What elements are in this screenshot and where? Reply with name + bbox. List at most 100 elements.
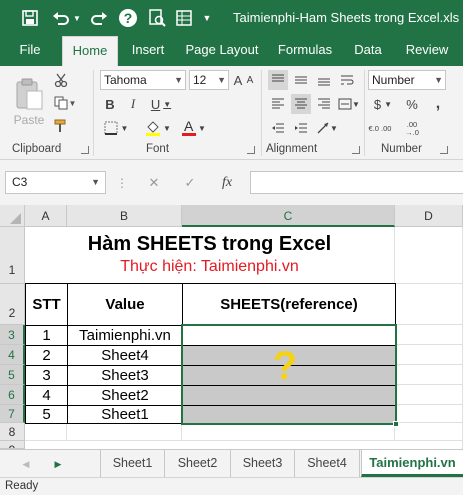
cell-value-3[interactable]: Sheet3: [67, 365, 183, 386]
alignment-launcher-icon[interactable]: [352, 146, 360, 154]
decrease-indent-icon[interactable]: [268, 118, 288, 138]
save-icon[interactable]: [20, 7, 40, 29]
number-format-select[interactable]: Number ▼: [368, 70, 446, 90]
column-header-a[interactable]: A: [25, 205, 67, 227]
formula-input[interactable]: [250, 171, 463, 194]
cell-value-4[interactable]: Sheet2: [67, 385, 183, 406]
cell-d4[interactable]: [395, 345, 463, 365]
row-header-5[interactable]: 5: [0, 365, 25, 385]
sheet-tab-sheet1[interactable]: Sheet1: [100, 450, 164, 477]
insert-function-icon[interactable]: fx: [216, 173, 238, 193]
row-header-6[interactable]: 6: [0, 385, 25, 405]
help-icon[interactable]: ?: [117, 7, 139, 29]
cell-value-1[interactable]: Taimienphi.vn: [67, 325, 183, 346]
cell-stt-1[interactable]: 1: [25, 325, 68, 346]
column-header-d[interactable]: D: [395, 205, 463, 227]
tab-formulas[interactable]: Formulas: [275, 36, 335, 66]
font-launcher-icon[interactable]: [247, 146, 255, 154]
grow-font-button[interactable]: A: [232, 70, 244, 90]
tab-file[interactable]: File: [10, 36, 50, 66]
undo-dropdown-icon[interactable]: ▼: [72, 7, 82, 29]
tab-review[interactable]: Review: [402, 36, 452, 66]
sheet-tab-sheet3[interactable]: Sheet3: [230, 450, 294, 477]
cell-value-5[interactable]: Sheet1: [67, 405, 183, 424]
header-value[interactable]: Value: [67, 283, 183, 326]
align-top-icon[interactable]: [268, 70, 288, 90]
format-painter-icon[interactable]: [52, 116, 70, 136]
cell-b8[interactable]: [67, 423, 182, 441]
align-middle-icon[interactable]: [291, 70, 311, 90]
wrap-text-icon[interactable]: [337, 70, 357, 90]
row-header-2[interactable]: 2: [0, 284, 25, 325]
quick-access-more-icon[interactable]: ▼: [200, 7, 214, 29]
row-header-4[interactable]: 4: [0, 345, 25, 365]
cell-d2[interactable]: [395, 284, 463, 325]
font-size-select[interactable]: 12 ▼: [189, 70, 229, 90]
cell-d5[interactable]: [395, 365, 463, 385]
increase-decimal-button[interactable]: €.0 .00: [366, 118, 394, 140]
enter-icon[interactable]: ✓: [180, 173, 200, 193]
sheet-nav-next-icon[interactable]: ▶: [48, 454, 68, 474]
font-color-icon[interactable]: A ▼: [178, 118, 210, 138]
font-name-select[interactable]: Tahoma ▼: [100, 70, 186, 90]
customize-icon[interactable]: [174, 7, 194, 29]
sheet-tab-sheet2[interactable]: Sheet2: [164, 450, 230, 477]
sheet-tab-taimienphi[interactable]: Taimienphi.vn: [361, 450, 463, 477]
header-sheets-reference[interactable]: SHEETS(reference): [182, 283, 396, 326]
sheet-nav-prev-icon[interactable]: ◀: [16, 454, 36, 474]
select-all-corner[interactable]: [0, 205, 25, 227]
shrink-font-button[interactable]: A: [244, 70, 256, 90]
borders-icon[interactable]: ▼: [100, 118, 132, 138]
row-header-3[interactable]: 3: [0, 325, 25, 345]
sheet-tab-sheet4[interactable]: Sheet4: [294, 450, 360, 477]
row-header-8[interactable]: 8: [0, 423, 25, 441]
name-box[interactable]: C3 ▼: [5, 171, 106, 194]
undo-icon[interactable]: [50, 7, 72, 29]
comma-button[interactable]: ,: [428, 94, 448, 114]
column-header-b[interactable]: B: [67, 205, 182, 227]
header-stt[interactable]: STT: [25, 283, 68, 326]
number-launcher-icon[interactable]: [440, 146, 448, 154]
row-header-1[interactable]: 1: [0, 227, 25, 284]
merge-center-icon[interactable]: ▼: [337, 94, 361, 114]
cancel-icon[interactable]: ✕: [144, 173, 164, 193]
align-left-icon[interactable]: [268, 94, 288, 114]
copy-icon[interactable]: ▼: [52, 93, 78, 113]
cell-row9[interactable]: [25, 441, 463, 449]
tab-page-layout[interactable]: Page Layout: [184, 36, 260, 66]
cell-d1[interactable]: [395, 227, 463, 284]
align-bottom-icon[interactable]: [314, 70, 334, 90]
cell-d7[interactable]: [395, 405, 463, 423]
percent-button[interactable]: %: [402, 94, 422, 114]
cut-icon[interactable]: [52, 70, 70, 90]
tab-data[interactable]: Data: [350, 36, 386, 66]
clipboard-launcher-icon[interactable]: [81, 146, 89, 154]
italic-button[interactable]: I: [123, 94, 143, 114]
cell-a8[interactable]: [25, 423, 67, 441]
align-right-icon[interactable]: [314, 94, 334, 114]
formula-bar-grip-icon[interactable]: ⋮: [116, 173, 128, 193]
bold-button[interactable]: B: [100, 94, 120, 114]
align-center-icon[interactable]: [291, 94, 311, 114]
currency-button[interactable]: $ ▼: [368, 94, 398, 114]
cell-stt-2[interactable]: 2: [25, 345, 68, 366]
row-header-9[interactable]: 9: [0, 441, 25, 449]
cell-value-2[interactable]: Sheet4: [67, 345, 183, 366]
cell-stt-4[interactable]: 4: [25, 385, 68, 406]
cell-d3[interactable]: [395, 325, 463, 345]
column-header-c[interactable]: C: [182, 205, 395, 227]
row-header-7[interactable]: 7: [0, 405, 25, 423]
tab-home[interactable]: Home: [62, 36, 118, 66]
print-preview-icon[interactable]: [146, 7, 168, 29]
cell-stt-5[interactable]: 5: [25, 405, 68, 424]
cell-d6[interactable]: [395, 385, 463, 405]
increase-indent-icon[interactable]: [291, 118, 311, 138]
underline-button[interactable]: U ▼: [146, 94, 176, 114]
sheet-title-cell[interactable]: Hàm SHEETS trong Excel Thực hiện: Taimie…: [25, 227, 395, 284]
orientation-icon[interactable]: ▼: [314, 118, 340, 138]
decrease-decimal-button[interactable]: .00 →.0: [398, 118, 426, 140]
cell-d8[interactable]: [395, 423, 463, 441]
cell-c8[interactable]: [182, 423, 395, 441]
fill-color-icon[interactable]: ▼: [142, 118, 174, 138]
cell-stt-3[interactable]: 3: [25, 365, 68, 386]
